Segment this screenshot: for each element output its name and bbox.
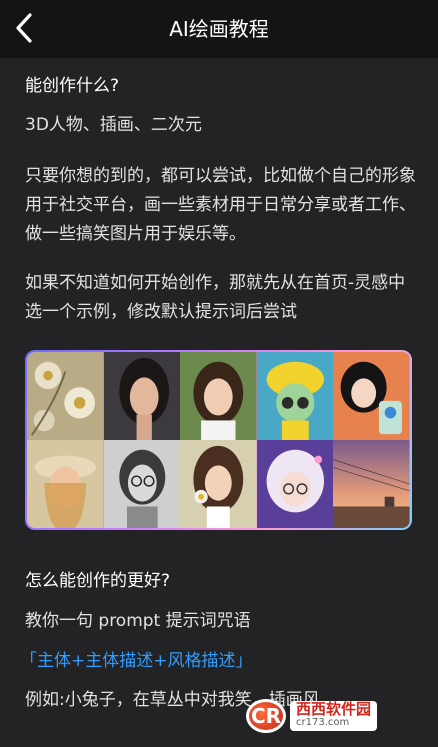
gallery-image-smiling-girl <box>180 352 257 440</box>
guide-paragraph: 如果不知道如何开始创作，那就先从在首页-灵感中选一个示例，修改默认提示词后尝试 <box>25 273 406 322</box>
page-title: AI绘画教程 <box>169 17 269 41</box>
gallery-image-girl-flower <box>180 440 257 528</box>
watermark-name: 西西软件园 <box>296 700 372 718</box>
prompt-formula: 「主体+主体描述+风格描述」 <box>20 651 253 671</box>
section-heading-what: 能创作什么? <box>25 76 120 96</box>
prompt-tip-text: 教你一句 prompt 提示词咒语 <box>25 611 251 631</box>
gallery-image-floral <box>27 352 104 440</box>
gallery-image-sunset-landscape <box>333 440 410 528</box>
example-gallery <box>25 350 412 530</box>
app-header: AI绘画教程 <box>0 0 438 58</box>
gallery-image-woman-portrait <box>103 352 181 440</box>
gallery-image-vintage-girl <box>27 440 104 528</box>
gallery-image-anime-girl-glasses <box>256 440 334 528</box>
watermark-logo: CR <box>246 699 286 733</box>
gallery-image-anime-girl-flowers <box>333 352 410 440</box>
watermark-url: cr173.com <box>296 717 350 728</box>
styles-text: 3D人物、插画、二次元 <box>25 115 202 135</box>
watermark: CR 西西软件园 cr173.com <box>246 696 426 736</box>
section-heading-better: 怎么能创作的更好? <box>25 571 171 591</box>
gallery-image-sketch-portrait <box>103 440 181 528</box>
gallery-image-3d-character <box>256 352 334 440</box>
intro-paragraph: 只要你想的到的，都可以尝试，比如做个自己的形象用于社交平台，画一些素材用于日常分… <box>25 166 416 244</box>
